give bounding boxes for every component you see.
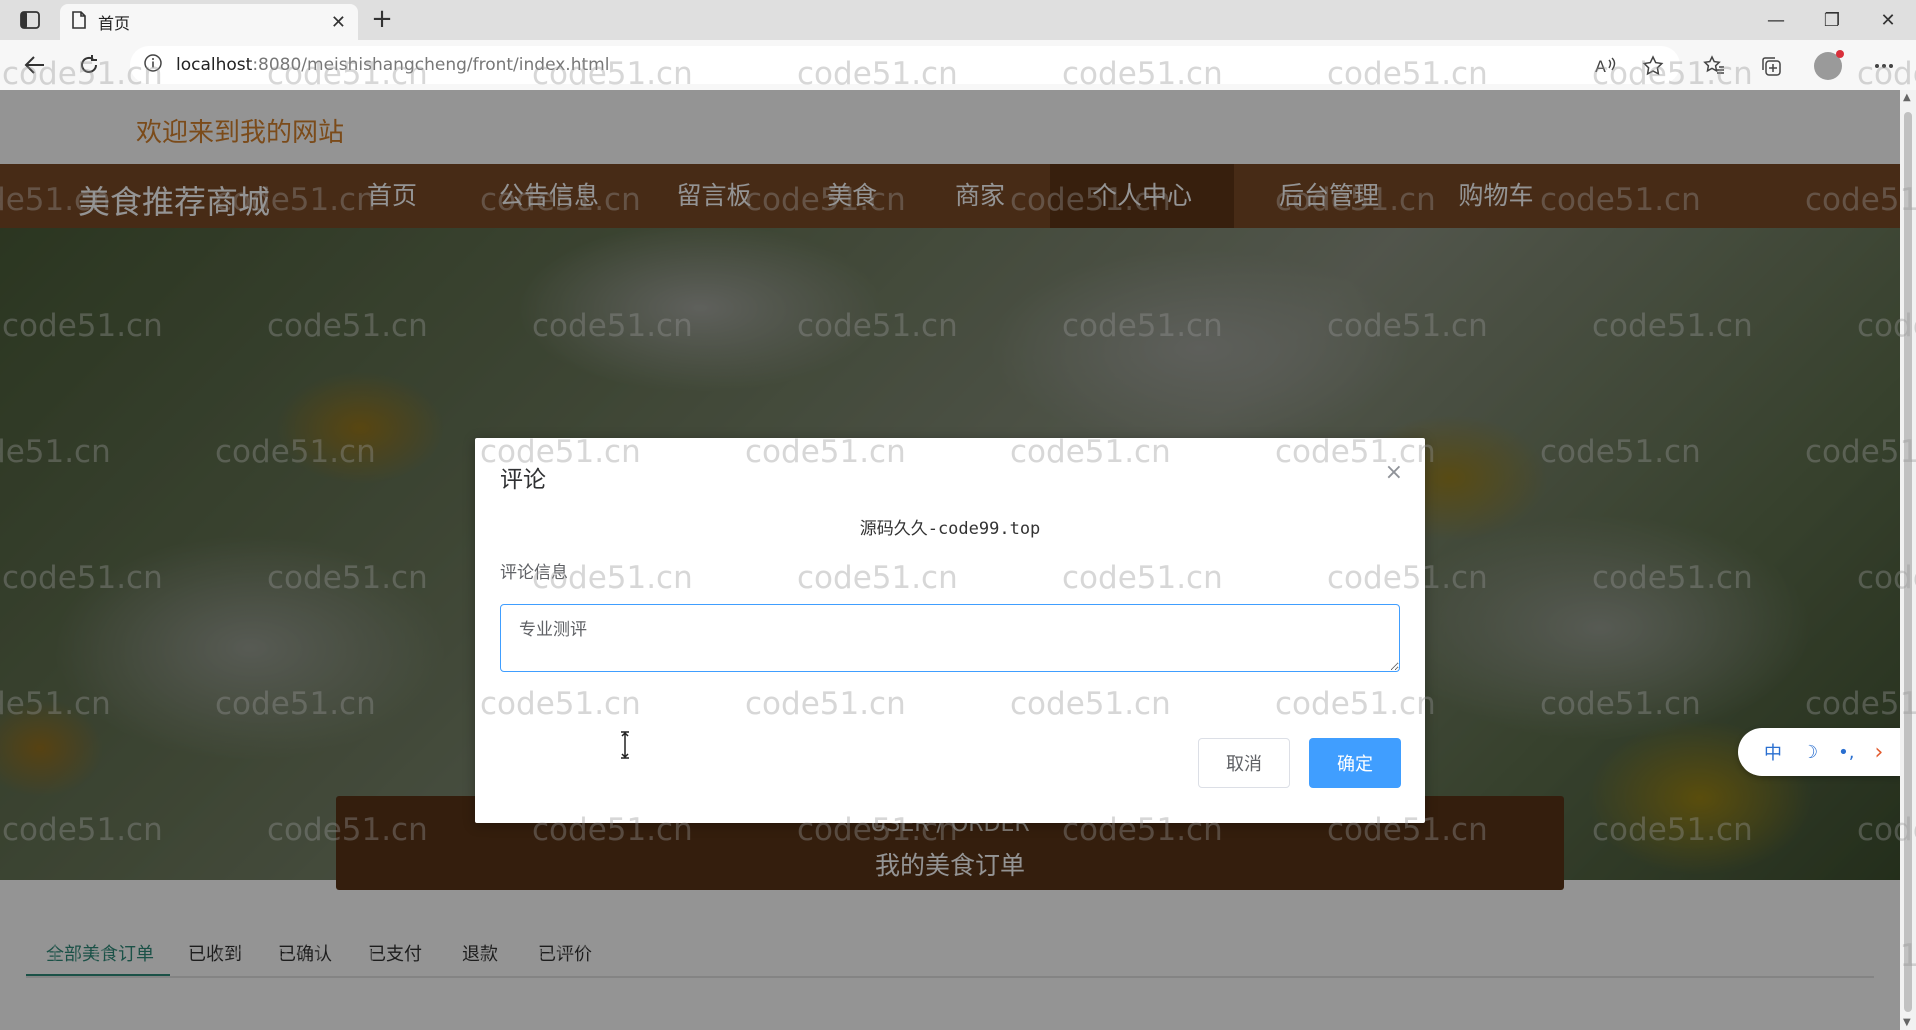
read-aloud-icon[interactable]: A [1592,52,1620,80]
new-tab-button[interactable]: + [368,6,396,34]
url-host: localhost [176,55,253,75]
svg-text:A: A [1595,57,1606,76]
browser-tab-bar: 首页 ✕ + — ❐ ✕ [0,0,1916,40]
punctuation-icon[interactable]: •, [1838,742,1854,763]
tab-close-icon[interactable]: ✕ [331,12,346,33]
page-icon [72,11,86,33]
ime-language-toggle[interactable]: 中 [1764,739,1782,765]
minimize-button[interactable]: — [1748,0,1804,40]
back-icon[interactable] [20,50,50,80]
collections-icon[interactable] [1757,52,1785,80]
confirm-button[interactable]: 确定 [1309,738,1401,788]
more-menu-icon[interactable] [1870,52,1898,80]
url-path: :8080/meishishangcheng/front/index.html [252,55,610,75]
comment-textarea[interactable] [500,604,1400,672]
tab-title: 首页 [98,14,131,33]
moon-icon[interactable]: ☽ [1802,742,1818,763]
cancel-button[interactable]: 取消 [1198,738,1290,788]
browser-tab[interactable]: 首页 ✕ [60,4,358,40]
reload-icon[interactable] [74,50,104,80]
address-bar: localhost:8080/meishishangcheng/front/in… [0,40,1916,90]
close-window-button[interactable]: ✕ [1860,0,1916,40]
scroll-down-icon[interactable]: ▼ [1903,1017,1911,1028]
dialog-subtitle: 源码久久-code99.top [859,519,1041,539]
chevron-right-icon[interactable]: › [1874,740,1883,765]
scroll-up-icon[interactable]: ▲ [1903,92,1911,103]
page-viewport: 欢迎来到我的网站 美食推荐商城 首页 公告信息 留言板 美食 商家 个人中心 后… [0,90,1900,1030]
page-scrollbar[interactable]: ▲ ▼ [1900,90,1916,1030]
info-icon[interactable] [144,54,162,76]
scroll-thumb[interactable] [1904,112,1912,1012]
comment-field-label: 评论信息 [500,563,568,583]
favorites-icon[interactable] [1700,52,1728,80]
restore-button[interactable]: ❐ [1804,0,1860,40]
close-icon[interactable]: × [1385,460,1403,485]
url-text: localhost:8080/meishishangcheng/front/in… [176,55,609,75]
url-field[interactable]: localhost:8080/meishishangcheng/front/in… [130,46,1680,84]
profile-avatar[interactable] [1814,50,1844,80]
input-method-toolbar: 中 ☽ •, › [1738,728,1900,776]
dialog-title: 评论 [500,467,546,493]
tab-actions-icon[interactable] [16,8,44,32]
comment-dialog: 评论 × 源码久久-code99.top 评论信息 取消 确定 [475,438,1425,823]
add-favorite-icon[interactable] [1639,52,1667,80]
text-cursor-icon [618,730,638,760]
